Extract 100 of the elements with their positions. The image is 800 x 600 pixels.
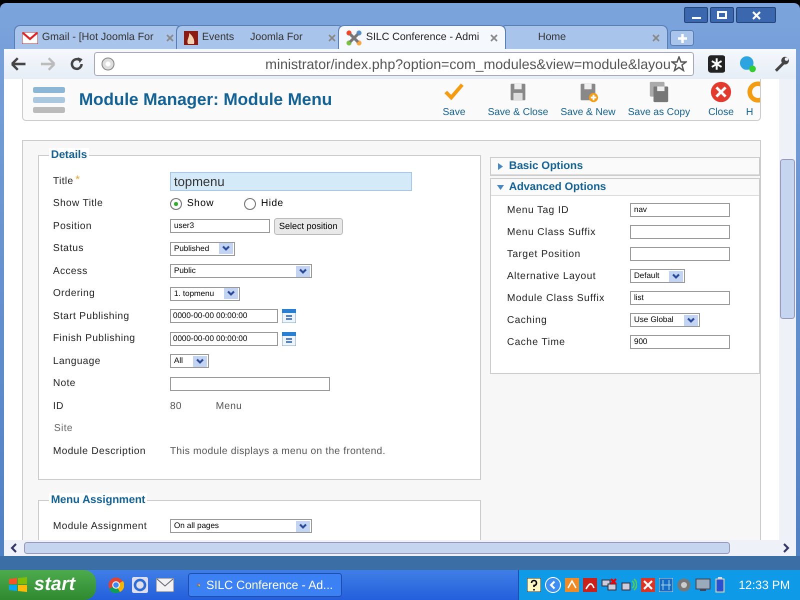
dropdown-value: Public xyxy=(174,265,197,278)
browser-quicklaunch-icon[interactable] xyxy=(132,577,148,593)
date-field[interactable]: 0000-00-00 00:00:00 xyxy=(170,332,278,346)
tab-close-icon[interactable] xyxy=(490,34,498,42)
maximize-button[interactable] xyxy=(710,7,734,23)
button-label: Close xyxy=(708,106,734,120)
input-field[interactable] xyxy=(630,247,730,261)
required-mark: * xyxy=(76,172,80,188)
input-field[interactable] xyxy=(630,225,730,239)
toolbar-button[interactable]: Save & New xyxy=(554,80,622,120)
monitor-icon[interactable] xyxy=(694,578,711,592)
toolbar-button[interactable]: Save as Copy xyxy=(622,80,696,120)
reload-icon[interactable] xyxy=(68,56,84,72)
pdf-reader-icon[interactable] xyxy=(582,578,597,592)
toolbar-button[interactable]: Save xyxy=(426,80,482,120)
browser-tab[interactable]: SILC Conference - Admi xyxy=(338,25,506,49)
menu-module-icon xyxy=(33,84,65,114)
dropdown[interactable]: Published xyxy=(170,242,236,256)
calendar-icon[interactable] xyxy=(282,309,296,324)
dropdown[interactable]: All xyxy=(170,354,209,368)
radio-option[interactable]: Hide xyxy=(244,196,284,212)
address-text: ministrator/index.php?option=com_modules&view=module&layou xyxy=(265,54,671,74)
battery-icon[interactable] xyxy=(714,577,725,593)
scroll-right-icon[interactable] xyxy=(782,543,790,553)
close-button[interactable] xyxy=(736,7,776,23)
calendar-icon[interactable] xyxy=(282,332,296,346)
field-label: Module Assignment xyxy=(53,520,148,534)
tab-title: Joomla For xyxy=(250,30,303,45)
input-value: list xyxy=(634,292,644,304)
input-field[interactable]: list xyxy=(630,291,730,305)
speaker-icon[interactable] xyxy=(676,578,691,592)
input-value: 0000-00-00 00:00:00 xyxy=(173,332,248,345)
tab-title: Home xyxy=(538,30,566,45)
radio-button[interactable] xyxy=(244,198,256,210)
scroll-thumb[interactable] xyxy=(780,159,795,319)
radio-button[interactable] xyxy=(170,198,182,210)
joomla-icon xyxy=(346,30,362,46)
dropdown[interactable]: Default xyxy=(630,269,686,283)
input-field[interactable]: nav xyxy=(630,203,730,217)
wifi-icon[interactable] xyxy=(620,578,637,592)
accordion-header[interactable]: Basic Options xyxy=(491,158,759,175)
chat-icon[interactable] xyxy=(739,55,757,73)
input-field[interactable]: user3 xyxy=(170,219,270,234)
input-value: topmenu xyxy=(174,172,225,191)
vertical-scrollbar[interactable] xyxy=(779,79,796,540)
disclosure-arrow-icon[interactable] xyxy=(497,162,504,170)
dropdown-value: On all pages xyxy=(174,520,220,532)
dropdown-arrow-icon[interactable] xyxy=(296,266,310,277)
star-icon[interactable] xyxy=(670,56,687,72)
input-field[interactable] xyxy=(170,376,330,391)
disconnected-icon[interactable] xyxy=(640,578,655,592)
button-label: Save & Close xyxy=(488,106,548,120)
toolbar-button[interactable]: H xyxy=(746,80,760,120)
toolbar-button[interactable]: Save & Close xyxy=(482,80,554,120)
disclosure-arrow-icon[interactable] xyxy=(497,184,504,190)
horizontal-scrollbar[interactable] xyxy=(4,540,796,556)
help-icon[interactable] xyxy=(526,578,541,592)
minimize-button[interactable] xyxy=(684,7,708,23)
chrome-quicklaunch-icon[interactable] xyxy=(108,577,124,593)
field-label: Menu Class Suffix xyxy=(507,226,597,240)
checkmark-icon xyxy=(442,81,466,103)
input-field[interactable]: 900 xyxy=(630,335,730,349)
start-button[interactable]: start xyxy=(0,570,96,600)
select-position-button[interactable]: Select position xyxy=(274,218,343,235)
address-field[interactable]: ministrator/index.php?option=com_modules&view=module&layou xyxy=(94,52,694,76)
button-label: Save & New xyxy=(560,106,616,120)
field-label: Ordering xyxy=(53,287,96,302)
tab-title: Events xyxy=(202,30,234,45)
accordion-header[interactable]: Advanced Options xyxy=(491,179,759,196)
field-label: Language xyxy=(53,354,101,369)
scroll-thumb[interactable] xyxy=(24,542,730,554)
scroll-left-icon[interactable] xyxy=(10,543,18,553)
mountain-app-icon[interactable] xyxy=(564,578,579,592)
back-icon[interactable] xyxy=(10,56,28,72)
field-label: Menu Tag ID xyxy=(507,204,570,218)
field-label: Cache Time xyxy=(507,336,566,350)
toolbar-button[interactable]: Close xyxy=(696,80,746,120)
dropdown[interactable]: On all pages xyxy=(170,519,312,534)
globe-icon xyxy=(101,57,116,71)
dropdown[interactable]: Use Global xyxy=(630,313,700,327)
dropdown[interactable]: Public xyxy=(170,264,312,278)
page-title: Module Manager: Module Menu xyxy=(79,88,332,111)
wrench-icon[interactable] xyxy=(772,55,790,73)
minimize-icon xyxy=(692,17,700,19)
date-field[interactable]: 0000-00-00 00:00:00 xyxy=(170,309,278,324)
dropdown-arrow-icon[interactable] xyxy=(296,520,310,532)
grid-app-icon[interactable] xyxy=(658,578,673,592)
clock: 12:33 PM xyxy=(738,577,790,594)
fieldset-legend: Menu Assignment xyxy=(49,493,148,507)
envelope-icon xyxy=(22,32,38,44)
taskbar-button[interactable]: SILC Conference - Ad... xyxy=(188,573,342,597)
field-label: ID xyxy=(53,400,64,414)
asterisk-icon[interactable] xyxy=(708,55,726,73)
new-tab-button[interactable] xyxy=(670,30,694,46)
dropdown[interactable]: 1. topmenu xyxy=(170,286,240,301)
radio-option[interactable]: Show xyxy=(170,196,214,212)
windows-flag-icon xyxy=(8,576,28,594)
mail-quicklaunch-icon[interactable] xyxy=(156,578,174,592)
network-icon[interactable] xyxy=(600,578,617,592)
input-field[interactable]: topmenu xyxy=(170,172,412,191)
